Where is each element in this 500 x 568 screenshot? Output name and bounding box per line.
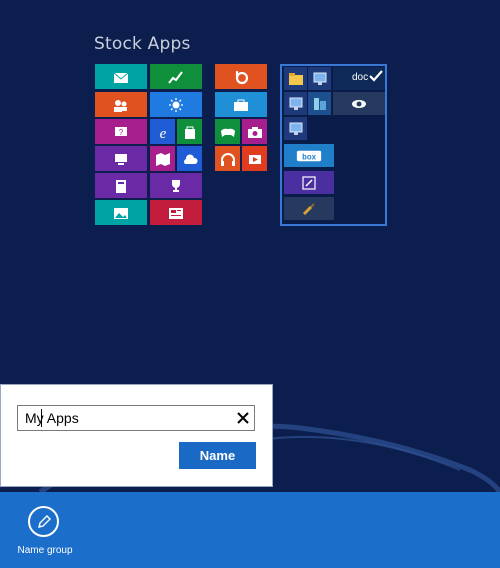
calculator-icon (116, 179, 126, 193)
sun-icon (169, 97, 183, 112)
svg-text:e: e (159, 126, 166, 140)
bing-icon (235, 70, 249, 84)
headphones-icon (220, 152, 235, 166)
finance-tile[interactable] (150, 64, 202, 89)
explorer-icon[interactable] (284, 67, 307, 90)
name-button[interactable]: Name (179, 442, 256, 469)
name-group-label: Name group (17, 545, 73, 556)
desktop-icon (115, 153, 127, 165)
gamepad-icon (220, 128, 235, 137)
clear-button[interactable] (233, 408, 253, 428)
sports-tile[interactable] (150, 173, 202, 198)
name-group-dialog: Name (0, 384, 273, 487)
cloud-icon (183, 153, 198, 164)
group-name-input[interactable] (17, 405, 255, 431)
video-icon (248, 154, 261, 164)
desktop-tile[interactable] (95, 146, 147, 171)
doc-tile[interactable]: doc (333, 67, 385, 90)
group-title: Stock Apps (94, 34, 191, 54)
remote-desktop-icon[interactable] (284, 117, 307, 140)
checkmark-icon (369, 70, 383, 82)
camera-icon (247, 126, 262, 138)
suitcase-icon (234, 99, 248, 111)
paint-icon[interactable] (284, 171, 334, 194)
mail-tile[interactable] (95, 64, 147, 89)
text-cursor (41, 409, 42, 427)
news-icon (169, 207, 183, 219)
trophy-icon (172, 179, 180, 192)
computer-icon[interactable] (308, 67, 331, 90)
camera-tile[interactable] (242, 119, 267, 144)
calculator-tile[interactable] (95, 173, 147, 198)
store-icon (184, 126, 195, 139)
control-panel-icon[interactable] (308, 92, 331, 115)
people-icon (114, 99, 127, 112)
name-group-command[interactable]: Name group (12, 504, 78, 564)
bing-tile[interactable] (215, 64, 267, 89)
brush-icon[interactable] (284, 197, 334, 220)
doc-tile-label: doc (352, 72, 369, 83)
svg-text:box: box (302, 152, 317, 161)
store-tile[interactable] (177, 119, 202, 144)
photo-icon (114, 207, 128, 219)
music-tile[interactable] (215, 146, 240, 171)
weather-tile[interactable] (150, 92, 202, 117)
maps-tile[interactable] (150, 146, 175, 171)
svg-text:?: ? (119, 128, 124, 137)
internet-explorer-tile[interactable]: e (150, 119, 175, 144)
selected-group[interactable]: doc box (280, 64, 387, 226)
news-tile[interactable] (150, 200, 202, 225)
help-tile[interactable]: ? (95, 119, 147, 144)
eye-icon[interactable] (333, 92, 385, 115)
onedrive-tile[interactable] (177, 146, 202, 171)
app-bar: Name group (0, 492, 500, 568)
chart-icon (168, 70, 183, 84)
box-icon[interactable]: box (284, 144, 334, 167)
map-icon (155, 152, 170, 166)
mail-icon (113, 72, 129, 83)
pencil-icon (28, 506, 59, 537)
video-tile[interactable] (242, 146, 267, 171)
network-computer-icon[interactable] (284, 92, 307, 115)
ie-icon: e (159, 126, 166, 140)
travel-tile[interactable] (215, 92, 267, 117)
close-icon (237, 412, 249, 424)
photos-tile[interactable] (95, 200, 147, 225)
help-icon: ? (115, 126, 127, 137)
games-tile[interactable] (215, 119, 240, 144)
people-tile[interactable] (95, 92, 147, 117)
